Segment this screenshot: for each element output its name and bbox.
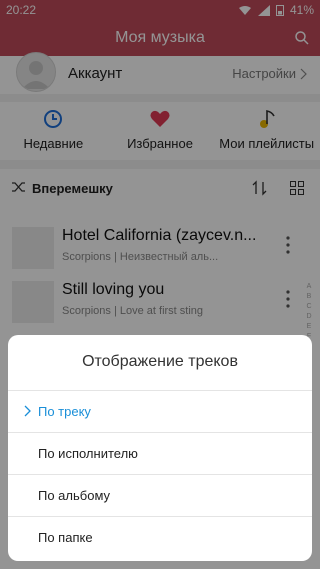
- option-label: По альбому: [38, 488, 111, 503]
- option-by-track[interactable]: По треку: [8, 390, 312, 433]
- chevron-right-icon: [24, 405, 31, 417]
- sheet-title: Отображение треков: [82, 353, 238, 370]
- option-by-artist[interactable]: По исполнителю: [8, 432, 312, 475]
- option-label: По исполнителю: [38, 446, 138, 461]
- option-by-folder[interactable]: По папке: [8, 516, 312, 559]
- option-by-album[interactable]: По альбому: [8, 474, 312, 517]
- option-label: По треку: [38, 404, 91, 419]
- option-label: По папке: [38, 530, 93, 545]
- track-display-sheet: Отображение треков По треку По исполните…: [8, 335, 312, 561]
